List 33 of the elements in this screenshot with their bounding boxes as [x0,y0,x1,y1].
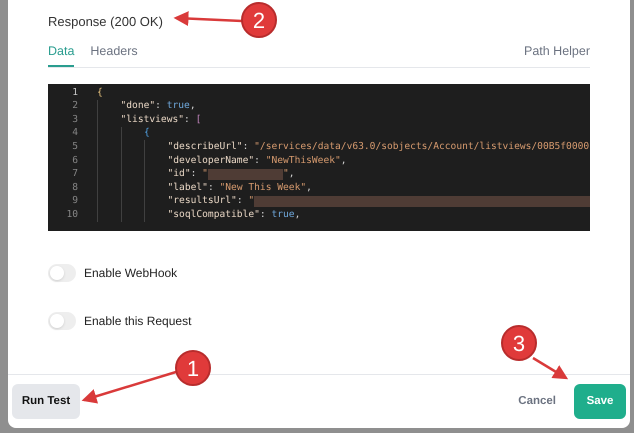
line-number: 6 [71,154,78,168]
run-test-button[interactable]: Run Test [12,384,80,419]
code-line: { [144,126,150,140]
line-number: 10 [65,208,78,222]
line-number: 9 [71,194,78,208]
toggle-label: Enable WebHook [84,265,178,282]
code-line: "label": "New This Week", [168,180,312,195]
tab[interactable]: Headers [90,42,138,67]
callout-arrow [532,356,568,380]
line-number: 2 [71,99,78,114]
toggle-label: Enable this Request [84,313,192,330]
line-number: 7 [71,167,78,182]
code-line: "id": " ", [168,167,295,182]
callout-arrow [174,11,242,26]
tab[interactable]: Data [48,42,74,67]
cancel-button[interactable]: Cancel [506,384,568,419]
code-line: "describeUrl": "/services/data/v63.0/sobjects/Account/listviews/00B5f0000 [168,140,590,154]
code-line: { [97,86,103,100]
toggle-switch[interactable] [48,264,76,282]
code-line: "soqlCompatible": true, [168,208,300,222]
line-number: 5 [71,140,78,154]
save-button[interactable]: Save [574,384,626,419]
line-number: 4 [71,126,78,140]
path-helper-link[interactable]: Path Helper [524,42,590,67]
code-line: "resultsUrl": " [168,194,590,209]
code-line: "listviews": [ [120,112,202,127]
code-line: "developerName": "NewThisWeek", [168,154,347,168]
response-title: Response (200 OK) [48,13,163,31]
toggle-switch[interactable] [48,312,76,330]
line-number: 1 [71,86,78,100]
line-number: 3 [71,112,78,127]
line-number: 8 [71,180,78,195]
code-line: "done": true, [120,99,196,114]
